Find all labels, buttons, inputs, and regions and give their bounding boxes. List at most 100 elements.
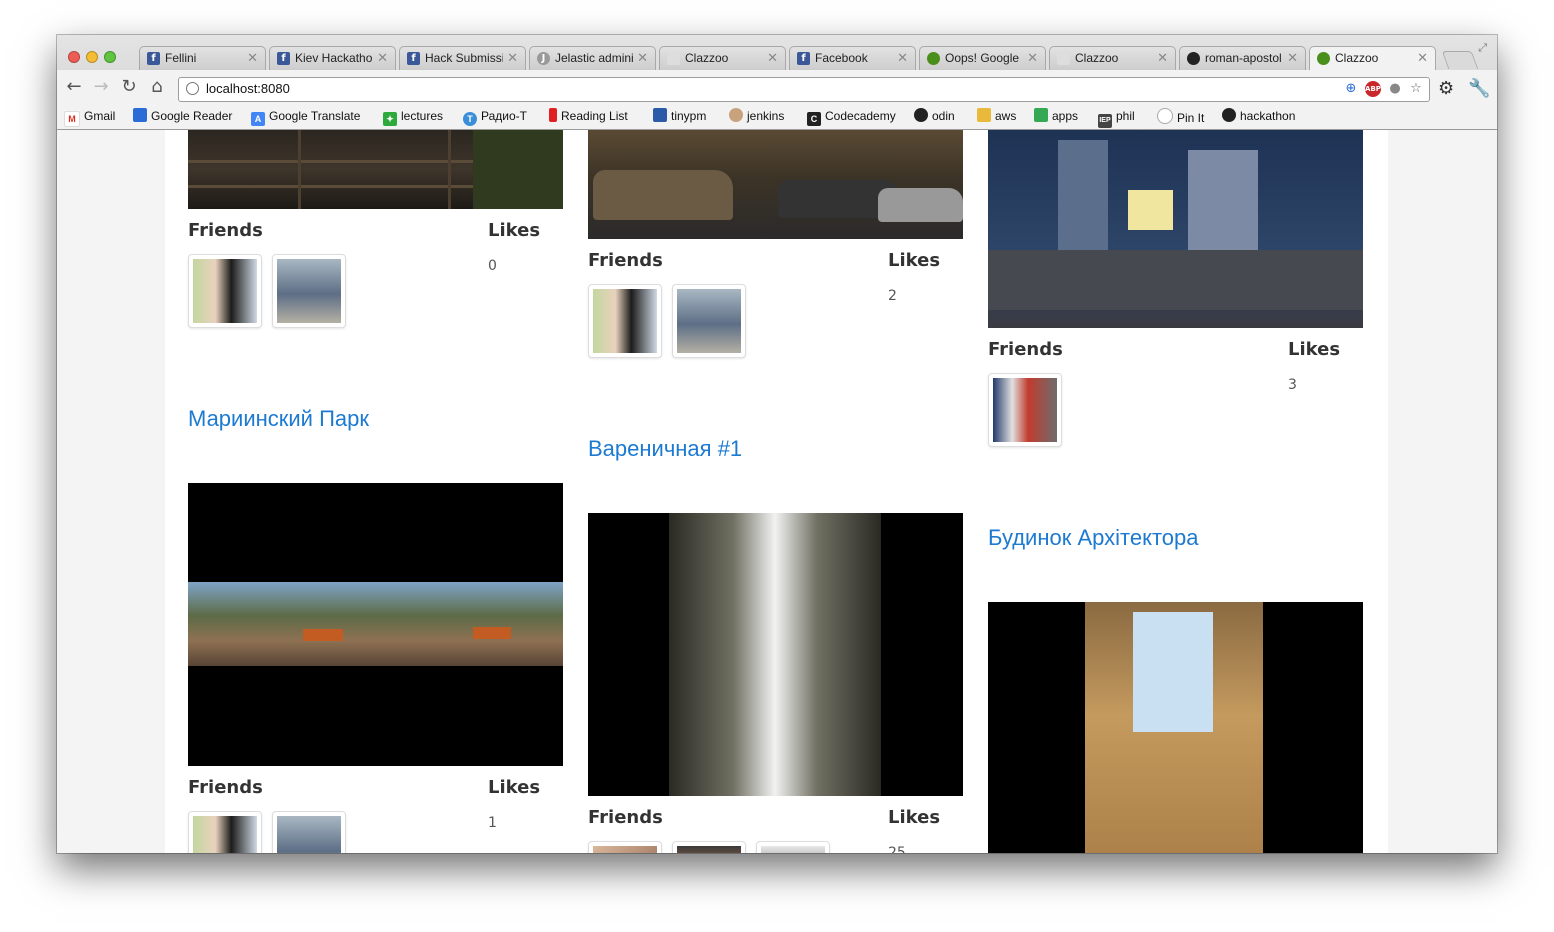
bookmark-label: tinypm	[671, 109, 707, 123]
bookmark-pin-it[interactable]: Pin It	[1157, 108, 1204, 125]
close-tab-icon[interactable]: ✕	[897, 47, 908, 70]
close-window-button[interactable]	[68, 51, 80, 63]
place-photo[interactable]	[188, 130, 563, 209]
github-icon	[914, 108, 928, 122]
likes-label: Likes	[888, 250, 941, 271]
back-button[interactable]: ←	[63, 76, 85, 97]
wrench-icon[interactable]: 🔧	[1468, 78, 1490, 99]
bookmark-google-reader[interactable]: Google Reader	[133, 108, 232, 125]
friend-avatar[interactable]	[272, 811, 346, 853]
bookmark-jenkins[interactable]: jenkins	[729, 108, 784, 125]
tab-1[interactable]: f Fellini ✕	[139, 46, 266, 70]
friends-label: Friends	[988, 339, 1063, 360]
friend-avatar[interactable]	[272, 254, 346, 328]
close-tab-icon[interactable]: ✕	[767, 47, 778, 70]
bookmark-reading-list[interactable]: Reading List	[549, 108, 628, 125]
address-url[interactable]: localhost:8080	[206, 78, 290, 100]
lectures-icon: ✦	[383, 112, 397, 126]
bookmark-gmail[interactable]: M Gmail	[64, 108, 115, 127]
tab-10-active[interactable]: Clazzoo ✕	[1309, 46, 1436, 71]
fullscreen-icon[interactable]: ⤢	[1478, 41, 1487, 55]
tab-title: Clazzoo	[685, 51, 729, 65]
place-photo[interactable]	[988, 602, 1363, 853]
bookmark-star-icon[interactable]: ☆	[1408, 81, 1424, 97]
close-tab-icon[interactable]: ✕	[1027, 47, 1038, 70]
close-tab-icon[interactable]: ✕	[377, 47, 388, 70]
clazzoo-icon	[667, 52, 680, 65]
tab-3[interactable]: f Hack Submissio ✕	[399, 46, 526, 70]
friends-label: Friends	[588, 807, 663, 828]
tab-4[interactable]: J Jelastic adminis ✕	[529, 46, 656, 70]
tab-6[interactable]: f Facebook ✕	[789, 46, 916, 70]
jelastic-icon: J	[537, 52, 550, 65]
bookmark-tinypm[interactable]: tinypm	[653, 108, 706, 125]
tab-5[interactable]: Clazzoo ✕	[659, 46, 786, 70]
bookmark-radio-t[interactable]: T Радио-Т	[463, 108, 527, 126]
reload-button[interactable]: ↻	[118, 76, 140, 97]
likes-label: Likes	[1288, 339, 1341, 360]
bookmark-codecademy[interactable]: C Codecademy	[807, 108, 896, 126]
friend-avatar[interactable]	[188, 254, 262, 328]
place-photo[interactable]	[988, 130, 1363, 328]
address-bar[interactable]: localhost:8080 ⊕ ABP ● ☆	[178, 77, 1430, 102]
browser-window: f Fellini ✕ f Kiev Hackathon ✕ f Hack Submiss…	[57, 35, 1497, 853]
gmail-icon: M	[64, 111, 80, 127]
bookmark-apps[interactable]: apps	[1034, 108, 1078, 125]
place-title-link[interactable]: Будинок Архітектора	[988, 525, 1199, 551]
close-tab-icon[interactable]: ✕	[1287, 47, 1298, 70]
close-tab-icon[interactable]: ✕	[247, 47, 258, 70]
likes-count: 25	[888, 845, 906, 853]
bookmark-lectures[interactable]: ✦ lectures	[383, 108, 443, 126]
adblock-icon[interactable]: ABP	[1365, 81, 1381, 97]
bookmark-google-translate[interactable]: A Google Translate	[251, 108, 360, 126]
friend-avatar[interactable]	[188, 811, 262, 853]
home-button[interactable]: ⌂	[146, 76, 168, 97]
facebook-icon: f	[797, 52, 810, 65]
bookmark-label: jenkins	[747, 109, 785, 123]
bookmark-label: Google Reader	[151, 109, 233, 123]
friend-avatar[interactable]	[588, 284, 662, 358]
close-tab-icon[interactable]: ✕	[1157, 47, 1168, 70]
page-viewport[interactable]: Friends Likes 0 Мариинский Парк Friends …	[57, 130, 1497, 853]
friend-avatar[interactable]	[988, 373, 1062, 447]
likes-label: Likes	[888, 807, 941, 828]
minimize-window-button[interactable]	[86, 51, 98, 63]
place-photo[interactable]	[588, 513, 963, 796]
tab-2[interactable]: f Kiev Hackathon ✕	[269, 46, 396, 70]
close-tab-icon[interactable]: ✕	[1417, 47, 1428, 70]
place-photo[interactable]	[188, 483, 563, 766]
friend-avatar[interactable]	[672, 841, 746, 853]
place-title-link[interactable]: Вареничная #1	[588, 436, 742, 462]
bookmark-phil[interactable]: IEP phil	[1098, 108, 1135, 128]
close-tab-icon[interactable]: ✕	[507, 47, 518, 70]
friend-avatar[interactable]	[672, 284, 746, 358]
tab-8[interactable]: Clazzoo ✕	[1049, 46, 1176, 70]
place-title-link[interactable]: Мариинский Парк	[188, 406, 369, 432]
settings-gear-icon[interactable]: ⚙	[1438, 78, 1454, 99]
forward-button[interactable]: →	[90, 76, 112, 97]
folder-icon	[977, 108, 991, 122]
extension-icon[interactable]: ⊕	[1343, 81, 1359, 97]
zoom-window-button[interactable]	[104, 51, 116, 63]
place-photo[interactable]	[588, 130, 963, 239]
jenkins-icon	[729, 108, 743, 122]
friends-label: Friends	[188, 777, 263, 798]
tab-title: Clazzoo	[1075, 51, 1119, 65]
close-tab-icon[interactable]: ✕	[637, 47, 648, 70]
page-info-icon[interactable]	[186, 82, 199, 95]
pin-it-icon	[1157, 108, 1173, 124]
bookmark-aws[interactable]: aws	[977, 108, 1016, 125]
new-tab-button[interactable]	[1441, 51, 1479, 69]
likes-count: 1	[488, 815, 497, 831]
window-controls	[68, 48, 122, 67]
facebook-icon: f	[147, 52, 160, 65]
tab-7[interactable]: Oops! Google C ✕	[919, 46, 1046, 70]
bookmarks-bar: M Gmail Google Reader A Google Translate ✦…	[57, 104, 1497, 129]
google-translate-icon: A	[251, 112, 265, 126]
friend-avatar[interactable]	[756, 841, 830, 853]
tab-9[interactable]: roman-apostol ✕	[1179, 46, 1306, 70]
bookmark-odin[interactable]: odin	[914, 108, 955, 125]
lightbulb-icon[interactable]: ●	[1387, 81, 1403, 97]
bookmark-hackathon[interactable]: hackathon	[1222, 108, 1295, 125]
friend-avatar[interactable]	[588, 841, 662, 853]
